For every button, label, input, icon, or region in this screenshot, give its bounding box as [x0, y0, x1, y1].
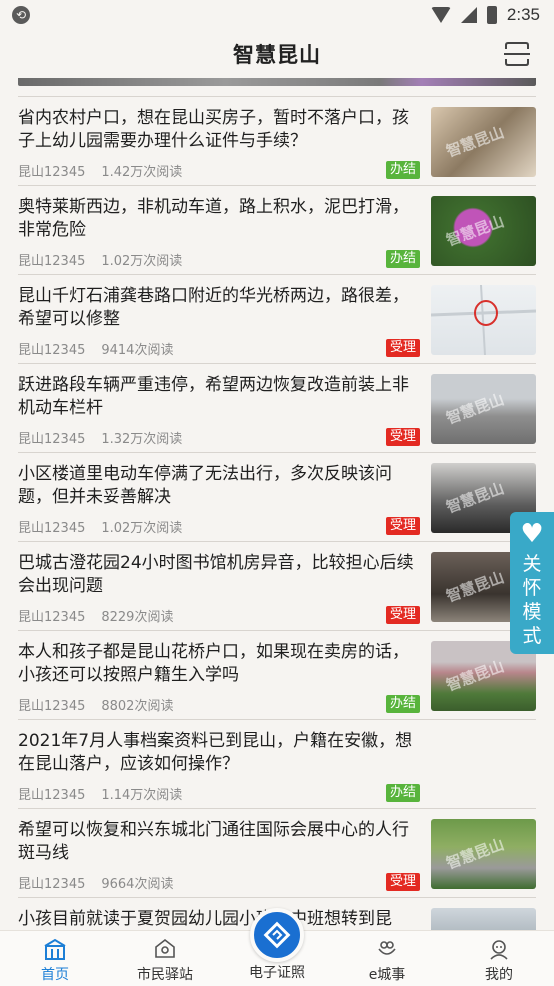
battery-icon [486, 6, 497, 24]
banner-image[interactable] [18, 78, 536, 86]
nav-certificate-label: 电子证照 [249, 965, 305, 981]
nav-station[interactable]: 市民驿站 [110, 931, 220, 986]
status-bar: ⟲ 2:35 [0, 0, 554, 30]
app-header: 智慧昆山 [0, 30, 554, 78]
news-title: 小区楼道里电动车停满了无法出行，多次反映该问题，但并未妥善解决 [18, 464, 392, 507]
nav-home[interactable]: 首页 [0, 931, 110, 986]
status-badge: 受理 [385, 339, 420, 357]
status-badge: 办结 [385, 161, 420, 179]
status-badge: 受理 [385, 873, 420, 891]
news-read-count: 8802次阅读 [101, 699, 174, 714]
notification-icon: ⟲ [12, 6, 30, 24]
news-item[interactable]: 省内农村户口，想在昆山买房子，暂时不落户口，孩子上幼儿园需要办理什么证件与手续？… [18, 96, 536, 185]
news-read-count: 1.02万次阅读 [101, 521, 183, 536]
news-thumbnail: 智慧昆山 [431, 374, 536, 444]
news-title: 省内农村户口，想在昆山买房子，暂时不落户口，孩子上幼儿园需要办理什么证件与手续？ [18, 108, 409, 151]
thumbnail-watermark: 智慧昆山 [443, 212, 507, 250]
care-mode-label: 关怀模式 [522, 553, 542, 647]
news-read-count: 1.02万次阅读 [101, 254, 183, 269]
news-read-count: 9414次阅读 [101, 343, 174, 358]
news-item[interactable]: 奥特莱斯西边，非机动车道，路上积水，泥巴打滑，非常危险昆山12345 1.02万次… [18, 185, 536, 274]
news-meta: 昆山12345 1.32万次阅读 [18, 428, 182, 447]
news-meta: 昆山12345 1.42万次阅读 [18, 161, 182, 180]
news-read-count: 8229次阅读 [101, 610, 174, 625]
status-badge: 办结 [385, 784, 420, 802]
thumbnail-watermark: 智慧昆山 [443, 657, 507, 695]
status-time: 2:35 [506, 5, 540, 24]
certificate-button[interactable] [250, 908, 304, 962]
news-read-count: 1.42万次阅读 [101, 165, 183, 180]
news-meta: 昆山12345 8229次阅读 [18, 606, 173, 625]
nav-city[interactable]: e城事 [332, 931, 442, 986]
thumbnail-watermark: 智慧昆山 [443, 568, 507, 606]
news-meta: 昆山12345 1.02万次阅读 [18, 517, 182, 536]
news-source: 昆山12345 [18, 610, 86, 625]
profile-icon [490, 940, 508, 960]
news-read-count: 1.32万次阅读 [101, 432, 183, 447]
nav-mine[interactable]: 我的 [444, 931, 554, 986]
news-item[interactable]: 小区楼道里电动车停满了无法出行，多次反映该问题，但并未妥善解决昆山12345 1.… [18, 452, 536, 541]
news-source: 昆山12345 [18, 432, 86, 447]
news-thumbnail: 智慧昆山 [431, 107, 536, 177]
status-badge: 受理 [385, 428, 420, 446]
news-title: 2021年7月人事档案资料已到昆山，户籍在安徽，想在昆山落户，应该如何操作？ [18, 731, 413, 774]
nav-mine-label: 我的 [485, 967, 513, 983]
scan-icon[interactable] [504, 41, 530, 67]
news-read-count: 1.14万次阅读 [101, 788, 183, 803]
news-meta: 昆山12345 1.02万次阅读 [18, 250, 182, 269]
station-icon [155, 938, 175, 958]
nav-home-label: 首页 [41, 967, 69, 983]
news-title: 奥特莱斯西边，非机动车道，路上积水，泥巴打滑，非常危险 [18, 197, 409, 240]
news-source: 昆山12345 [18, 788, 86, 803]
news-source: 昆山12345 [18, 699, 86, 714]
news-source: 昆山12345 [18, 521, 86, 536]
thumbnail-watermark: 智慧昆山 [443, 123, 507, 161]
news-meta: 昆山12345 8802次阅读 [18, 695, 173, 714]
thumbnail-watermark: 智慧昆山 [443, 835, 507, 873]
news-list: 省内农村户口，想在昆山买房子，暂时不落户口，孩子上幼儿园需要办理什么证件与手续？… [18, 96, 536, 938]
news-title: 小孩目前就读于夏贺园幼儿园小班，中班想转到昆 [18, 909, 392, 929]
news-source: 昆山12345 [18, 165, 86, 180]
news-item[interactable]: 希望可以恢复和兴东城北门通往国际会展中心的人行斑马线昆山12345 9664次阅读… [18, 808, 536, 897]
news-thumbnail [431, 285, 536, 355]
news-title: 巴城古澄花园24小时图书馆机房异音，比较担心后续会出现问题 [18, 553, 414, 596]
news-title: 昆山千灯石浦龚巷路口附近的华光桥两边，路很差，希望可以修整 [18, 286, 409, 329]
heart-icon: ♥ [520, 519, 544, 549]
page-title: 智慧昆山 [233, 43, 321, 67]
news-item[interactable]: 本人和孩子都是昆山花桥户口，如果现在卖房的话，小孩还可以按照户籍生入学吗昆山12… [18, 630, 536, 719]
news-source: 昆山12345 [18, 343, 86, 358]
status-badge: 受理 [385, 606, 420, 624]
news-thumbnail: 智慧昆山 [431, 819, 536, 889]
news-title: 跃进路段车辆严重违停，希望两边恢复改造前装上非机动车栏杆 [18, 375, 409, 418]
news-title: 本人和孩子都是昆山花桥户口，如果现在卖房的话，小孩还可以按照户籍生入学吗 [18, 642, 409, 685]
thumbnail-watermark: 智慧昆山 [443, 479, 507, 517]
news-meta: 昆山12345 1.14万次阅读 [18, 784, 182, 803]
city-icon [378, 941, 396, 955]
news-item[interactable]: 2021年7月人事档案资料已到昆山，户籍在安徽，想在昆山落户，应该如何操作？ 昆山… [18, 719, 536, 808]
thumbnail-watermark: 智慧昆山 [443, 390, 507, 428]
certificate-icon [263, 921, 291, 949]
news-meta: 昆山12345 9664次阅读 [18, 873, 173, 892]
status-badge: 办结 [385, 250, 420, 268]
status-badge: 受理 [385, 517, 420, 535]
news-item[interactable]: 跃进路段车辆严重违停，希望两边恢复改造前装上非机动车栏杆昆山12345 1.32万… [18, 363, 536, 452]
nav-city-label: e城事 [368, 967, 406, 983]
news-source: 昆山12345 [18, 877, 86, 892]
news-item[interactable]: 巴城古澄花园24小时图书馆机房异音，比较担心后续会出现问题昆山12345 8229… [18, 541, 536, 630]
home-icon [44, 938, 66, 960]
signal-icon [460, 7, 477, 23]
news-read-count: 9664次阅读 [101, 877, 174, 892]
news-meta: 昆山12345 9414次阅读 [18, 339, 173, 358]
wifi-icon [430, 7, 451, 23]
nav-station-label: 市民驿站 [137, 967, 193, 983]
news-title: 希望可以恢复和兴东城北门通往国际会展中心的人行斑马线 [18, 820, 409, 863]
news-source: 昆山12345 [18, 254, 86, 269]
news-item[interactable]: 昆山千灯石浦龚巷路口附近的华光桥两边，路很差，希望可以修整昆山12345 9414… [18, 274, 536, 363]
care-mode-button[interactable]: ♥ 关怀模式 [510, 512, 554, 654]
status-badge: 办结 [385, 695, 420, 713]
news-thumbnail: 智慧昆山 [431, 196, 536, 266]
